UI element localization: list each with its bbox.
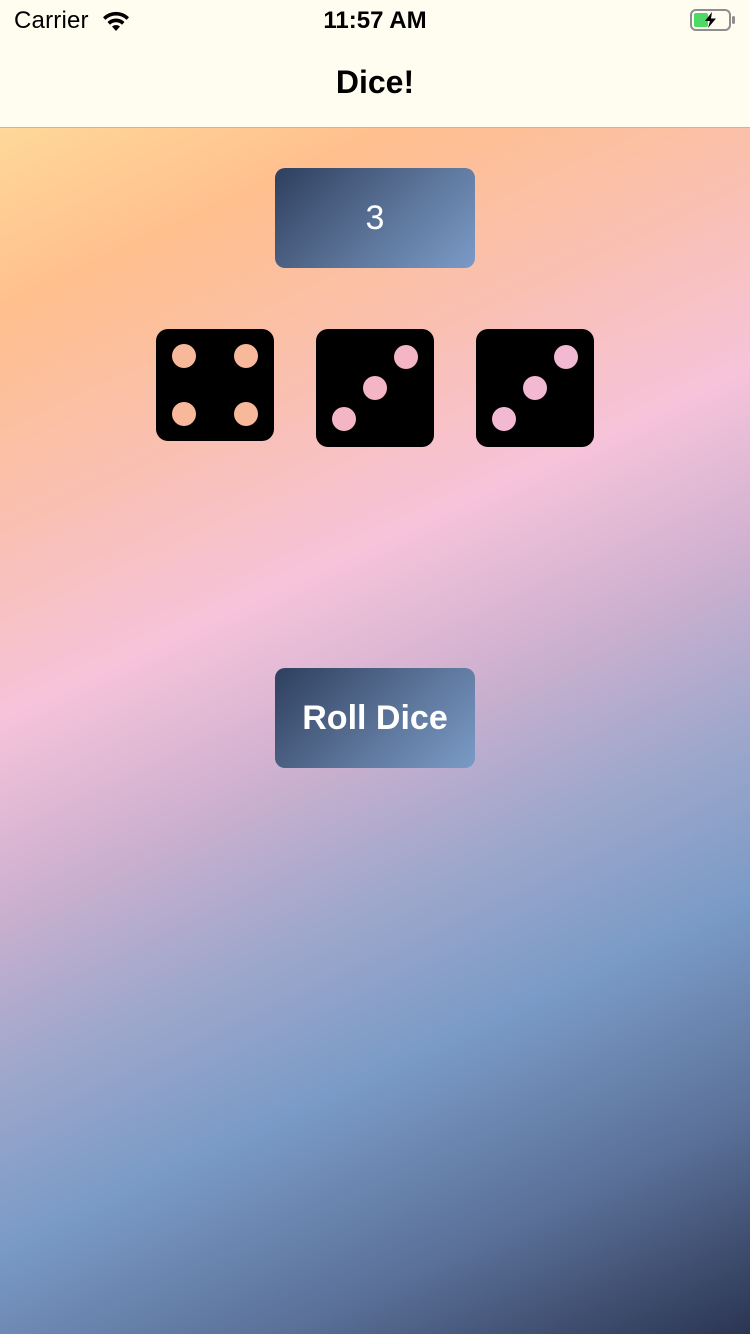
score-display: 3 [275,168,475,268]
die-2-icon [316,329,434,447]
status-time: 11:57 AM [323,7,427,34]
score-value: 3 [365,198,385,237]
roll-dice-label: Roll Dice [302,698,448,737]
die-pip [492,406,517,431]
die-3-icon [476,329,594,447]
die-pip [172,402,197,427]
status-bar: Carrier 11:57 AM [0,0,750,40]
die-pip [233,402,258,427]
die-pip [523,376,547,400]
die-pip [332,406,357,431]
die-pip [172,343,197,368]
die-1-icon [156,329,274,441]
roll-dice-button[interactable]: Roll Dice [275,668,475,768]
game-area: 3 Roll Dice [0,128,750,1334]
die-pip [553,345,578,370]
die-pip [363,376,387,400]
navigation-bar: Dice! [0,40,750,128]
page-title: Dice! [335,64,415,100]
die-pip [393,345,418,370]
battery-charging-icon [690,9,736,31]
die-pip [233,343,258,368]
